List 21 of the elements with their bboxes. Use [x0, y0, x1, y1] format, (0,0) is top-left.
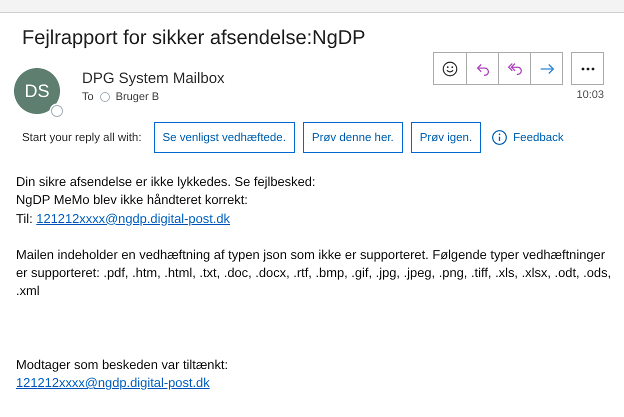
sender-name: DPG System Mailbox: [82, 70, 225, 87]
more-icon: [580, 66, 594, 70]
suggested-reply-button[interactable]: Se venligst vedhæftede.: [154, 122, 295, 153]
recipient-name: Bruger B: [116, 91, 160, 103]
email-link[interactable]: 121212xxxx@ngdp.digital-post.dk: [36, 210, 230, 226]
smiley-icon: [441, 60, 459, 78]
body-text: Mailen indeholder en vedhæftning af typen json som ikke er supporteret. Følgende typer vedhæftninger er supporteret: .pdf, .htm, .html, .txt, .doc, .docx, .rtf, .bmp, .gif, .jpg, .jpeg, .png, .tiff, .xls, .xlsx, .odt, .ods, .xml: [16, 246, 612, 300]
body-text: Din sikre afsendelse er ikke lykkedes. Se fejlbesked:: [16, 173, 316, 191]
suggested-reply-button[interactable]: Prøv igen.: [410, 122, 482, 153]
info-icon: [491, 129, 508, 146]
body-text: NgDP MeMo blev ikke håndteret korrekt:: [16, 191, 249, 210]
body-text: Modtager som beskeden var tiltænkt:: [16, 356, 230, 374]
to-label: To: [82, 91, 94, 103]
feedback-link[interactable]: Feedback: [491, 129, 564, 146]
presence-ring-icon: [100, 92, 110, 102]
suggested-replies-label: Start your reply all with:: [22, 132, 142, 144]
body-label: Til:: [16, 210, 34, 226]
message-time: 10:03: [576, 89, 604, 101]
email-subject: Fejlrapport for sikker afsendelse:NgDP: [22, 27, 366, 50]
suggested-reply-button[interactable]: Prøv denne her.: [302, 122, 403, 153]
email-link[interactable]: 121212xxxx@ngdp.digital-post.dk: [16, 375, 210, 390]
